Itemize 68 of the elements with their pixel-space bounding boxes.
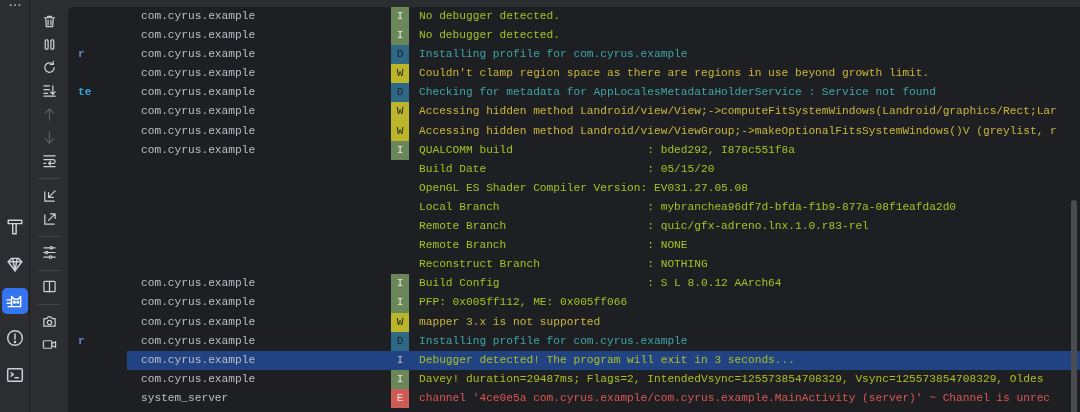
log-message: Installing profile for com.cyrus.example <box>418 333 688 349</box>
log-level: I <box>391 140 409 160</box>
log-message: Local Branch : mybranchea96df7d-bfda-f1b9-877a-08f1eafda2d0 <box>418 199 957 215</box>
package-name: com.cyrus.example <box>141 104 257 120</box>
package-name: system_server <box>141 390 230 406</box>
log-level: I <box>395 352 405 368</box>
import-icon[interactable] <box>41 187 57 203</box>
log-level: I <box>391 274 409 294</box>
package-name: com.cyrus.example <box>141 47 257 63</box>
log-message: QUALCOMM build : bded292, I878c551f8a <box>418 142 795 158</box>
log-tag: te <box>78 86 92 99</box>
log-message: Accessing hidden method Landroid/view/View;->computeFitSystemWindows(Landroid/graphics/Rect;Lar <box>418 104 1057 120</box>
log-message: Remote Branch : quic/gfx-adreno.lnx.1.0.r83-rel <box>418 219 869 235</box>
package-name: com.cyrus.example <box>141 371 257 387</box>
trash-icon[interactable] <box>41 13 57 29</box>
log-message: Installing profile for com.cyrus.example <box>418 47 688 63</box>
log-message: Davey! duration=29487ms; Flags=2, IntendedVsync=125573854708329, Vsync=125573854708329, Oldes <box>418 371 1044 387</box>
soft-wrap-icon[interactable] <box>41 153 57 169</box>
log-message: PFP: 0x005ff112, ME: 0x005ff066 <box>418 295 628 311</box>
log-message: Build Date : 05/15/20 <box>418 161 715 177</box>
log-level: W <box>391 121 409 141</box>
log-level: W <box>391 102 409 122</box>
log-level: I <box>391 7 409 27</box>
log-message: No debugger detected. <box>418 28 560 44</box>
terminal-icon[interactable] <box>5 366 24 384</box>
split-view-icon[interactable] <box>41 279 57 295</box>
log-message: Reconstruct Branch : NOTHING <box>418 257 708 273</box>
log-message: No debugger detected. <box>418 9 560 24</box>
settings-icon[interactable] <box>41 245 57 261</box>
package-name: com.cyrus.example <box>141 85 257 101</box>
package-name: com.cyrus.example <box>141 352 257 368</box>
log-message: channel '4ce0e5a com.cyrus.example/com.cyrus.example.MainActivity (server)' ~ Channel is unrec <box>418 390 1051 406</box>
camera-icon[interactable] <box>41 313 57 329</box>
selected-row-highlight[interactable]: com.cyrus.example I Debugger detected! The program will exit in 3 seconds... <box>127 350 1080 370</box>
log-tag: r <box>78 48 85 61</box>
log-message: Checking for metadata for AppLocalesMetadataHolderService : Service not found <box>418 85 936 101</box>
log-level: W <box>391 64 409 84</box>
log-level: D <box>391 83 409 103</box>
package-name: com.cyrus.example <box>141 276 257 292</box>
package-name: com.cyrus.example <box>141 314 257 330</box>
scrollbar-thumb[interactable] <box>1071 200 1077 412</box>
log-level: I <box>391 26 409 46</box>
log-level: D <box>391 331 409 351</box>
restart-icon[interactable] <box>41 60 57 76</box>
package-name: com.cyrus.example <box>141 9 257 24</box>
log-message: Remote Branch : NONE <box>418 238 688 254</box>
package-name: com.cyrus.example <box>141 142 257 158</box>
diamond-icon[interactable] <box>5 255 24 273</box>
log-level: E <box>391 388 409 408</box>
log-level: I <box>391 293 409 313</box>
log-tag: r <box>78 334 85 347</box>
log-message: Build Config : S L 8.0.12 AArch64 <box>418 276 782 292</box>
scroll-to-end-icon[interactable] <box>41 83 57 99</box>
log-message: OpenGL ES Shader Compiler Version: EV031.27.05.08 <box>418 180 748 196</box>
log-message: Debugger detected! The program will exit in 3 seconds... <box>418 352 795 368</box>
log-message: Accessing hidden method Landroid/view/ViewGroup;->makeOptionalFitsSystemWindows()V (greylist, r <box>418 123 1057 139</box>
log-message: Couldn't clamp region space as there are regions in use beyond growth limit. <box>418 66 930 82</box>
warning-icon[interactable] <box>5 329 24 347</box>
log-level: W <box>391 312 409 332</box>
package-name: com.cyrus.example <box>141 295 257 311</box>
export-icon[interactable] <box>41 210 57 226</box>
log-message: mapper 3.x is not supported <box>418 314 601 330</box>
package-name: com.cyrus.example <box>141 123 257 139</box>
package-name: com.cyrus.example <box>141 333 257 349</box>
package-name: com.cyrus.example <box>141 66 257 82</box>
log-level: I <box>391 369 409 389</box>
log-level: D <box>391 45 409 65</box>
package-name: com.cyrus.example <box>141 28 257 44</box>
